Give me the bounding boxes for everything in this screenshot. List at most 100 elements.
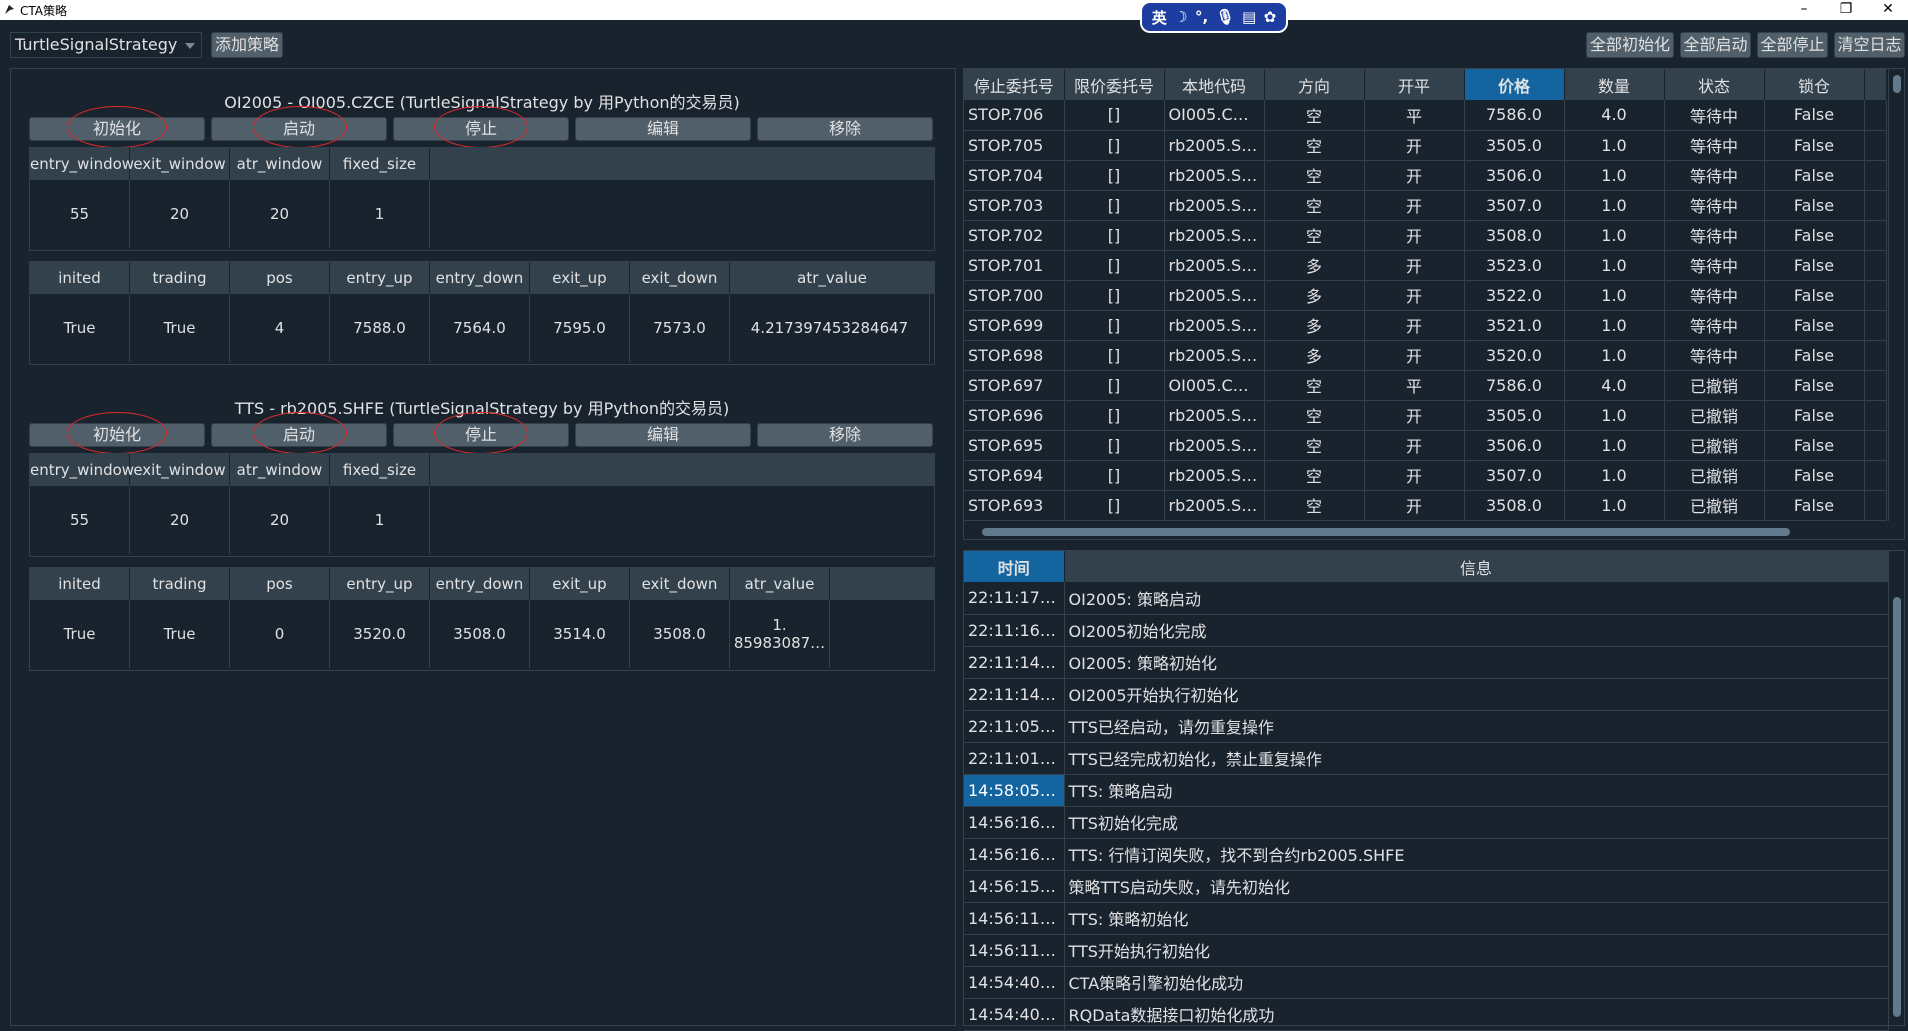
table-row[interactable]: STOP.697[] OI005.CZCE 空平 7586.0 4.0 已撤销 False <box>964 370 1887 401</box>
table-row[interactable]: STOP.704[] rb2005.SH… 空开 3506.0 1.0 等待中 False <box>964 160 1887 191</box>
log-row[interactable]: 22:11:14.403OI2005: 策略初始化 <box>964 646 1889 679</box>
table-cell: 1.0 <box>1564 490 1665 521</box>
column-header[interactable]: 停止委托号 <box>964 69 1065 100</box>
init-button[interactable]: 初始化 <box>29 423 205 447</box>
column-header[interactable]: 数量 <box>1564 69 1665 100</box>
log-row[interactable]: 14:54:40.80 RQData数据接口初始化成功 <box>964 998 1889 1031</box>
param-value: 20 <box>130 486 230 554</box>
table-cell: 等待中 <box>1664 190 1765 221</box>
param-header: entry_window <box>30 148 134 180</box>
table-row[interactable]: STOP.696[] rb2005.SH… 空开 3505.0 1.0 已撤销 False <box>964 400 1887 431</box>
table-cell: False <box>1764 460 1865 491</box>
log-row[interactable]: 14:56:11.362TTS: 策略初始化 <box>964 902 1889 935</box>
strategy-card: OI2005 - OI005.CZCE (TurtleSignalStrateg… <box>29 89 935 379</box>
table-cell: [] <box>1064 190 1165 221</box>
log-row[interactable]: 14:56:16.861TTS初始化完成 <box>964 806 1889 839</box>
log-row[interactable]: 14:54:40.162CTA策略引擎初始化成功 <box>964 966 1889 999</box>
log-message: 策略TTS启动失败，请先初始化 <box>1064 870 1889 903</box>
parameters-row: 55 20 20 1 <box>30 180 934 248</box>
table-row[interactable]: STOP.703[] rb2005.SH… 空开 3507.0 1.0 等待中 False <box>964 190 1887 221</box>
column-header[interactable]: 方向 <box>1264 69 1365 100</box>
log-vscroll[interactable] <box>1888 551 1904 1025</box>
table-cell: 开 <box>1364 430 1465 461</box>
table-row[interactable]: STOP.698[] rb2005.SH… 多开 3520.0 1.0 等待中 False <box>964 340 1887 371</box>
column-header[interactable]: 状态 <box>1664 69 1765 100</box>
param-header: entry_window <box>30 454 134 486</box>
stop-order-vscroll[interactable] <box>1888 69 1904 521</box>
log-row[interactable]: 14:56:15.210策略TTS启动失败，请先初始化 <box>964 870 1889 903</box>
ime-lang-icon[interactable]: 英 <box>1152 7 1167 28</box>
log-row[interactable]: 22:11:16.837OI2005初始化完成 <box>964 614 1889 647</box>
table-row[interactable]: STOP.701[] rb2005.SH… 多开 3523.0 1.0 等待中 False <box>964 250 1887 281</box>
var-value: 3514.0 <box>530 600 630 668</box>
init-button[interactable]: 初始化 <box>29 117 205 141</box>
edit-button[interactable]: 编辑 <box>575 117 751 141</box>
table-row[interactable]: STOP.699[] rb2005.SH… 多开 3521.0 1.0 等待中 False <box>964 310 1887 341</box>
table-row[interactable]: STOP.700[] rb2005.SH… 多开 3522.0 1.0 等待中 False <box>964 280 1887 311</box>
table-cell: 3505.0 <box>1464 400 1565 431</box>
column-header[interactable]: 本地代码 <box>1164 69 1265 100</box>
column-header[interactable]: 开平 <box>1364 69 1465 100</box>
table-cell: 1.0 <box>1564 280 1665 311</box>
table-cell: 空 <box>1264 160 1365 191</box>
scroll-thumb[interactable] <box>982 528 1790 536</box>
stop-order-hscroll[interactable] <box>964 525 1886 539</box>
table-cell: False <box>1764 430 1865 461</box>
var-value: 4 <box>230 294 330 362</box>
column-header[interactable]: 价格 <box>1464 69 1565 100</box>
log-row[interactable]: 22:11:17.929OI2005: 策略启动 <box>964 582 1889 615</box>
column-header[interactable]: 限价委托号 <box>1064 69 1165 100</box>
remove-button[interactable]: 移除 <box>757 423 933 447</box>
scroll-thumb[interactable] <box>1893 75 1901 93</box>
punctuation-icon[interactable]: °, <box>1195 8 1208 26</box>
log-row[interactable]: 14:56:11.362TTS开始执行初始化 <box>964 934 1889 967</box>
table-row[interactable]: STOP.694[] rb2005.SH… 空开 3507.0 1.0 已撤销 False <box>964 460 1887 491</box>
log-time: 14:56:15.210 <box>964 870 1065 903</box>
remove-button[interactable]: 移除 <box>757 117 933 141</box>
var-header: entry_up <box>330 568 430 600</box>
init-all-button[interactable]: 全部初始化 <box>1586 32 1674 58</box>
close-button[interactable]: ✕ <box>1868 0 1908 20</box>
minimize-button[interactable]: – <box>1784 0 1824 20</box>
table-cell: 开 <box>1364 310 1465 341</box>
moon-icon[interactable]: ☽ <box>1174 8 1187 26</box>
log-row[interactable]: 22:11:14.403OI2005开始执行初始化 <box>964 678 1889 711</box>
restore-button[interactable]: ❐ <box>1826 0 1866 20</box>
table-row[interactable]: STOP.695[] rb2005.SH… 空开 3506.0 1.0 已撤销 False <box>964 430 1887 461</box>
table-row[interactable]: STOP.705[] rb2005.SH… 空开 3505.0 1.0 等待中 False <box>964 130 1887 161</box>
log-row[interactable]: 22:11:01.892TTS已经完成初始化，禁止重复操作 <box>964 742 1889 775</box>
var-header: atr_value <box>730 568 830 600</box>
edit-button[interactable]: 编辑 <box>575 423 751 447</box>
log-row[interactable]: 14:58:05.258TTS: 策略启动 <box>964 774 1889 807</box>
strategy-class-select[interactable]: TurtleSignalStrategy <box>10 32 202 58</box>
stop-all-button[interactable]: 全部停止 <box>1757 32 1828 58</box>
toolbar: TurtleSignalStrategy 添加策略 全部初始化 全部启动 全部停… <box>0 20 1908 66</box>
log-row[interactable]: 14:56:16.861TTS: 行情订阅失败，找不到合约rb2005.SHFE <box>964 838 1889 871</box>
keyboard-icon[interactable]: ▤ <box>1242 8 1256 26</box>
param-value: 20 <box>230 486 330 554</box>
stop-button[interactable]: 停止 <box>393 423 569 447</box>
scroll-thumb[interactable] <box>1893 597 1901 1017</box>
clear-log-button[interactable]: 清空日志 <box>1834 32 1905 58</box>
gear-icon[interactable]: ✿ <box>1264 8 1277 26</box>
log-header-message[interactable]: 信息 <box>1064 551 1889 582</box>
log-header-time[interactable]: 时间 <box>964 551 1065 582</box>
var-header: pos <box>230 262 330 294</box>
microphone-icon[interactable]: 🎙 <box>1216 8 1235 26</box>
var-value: True <box>30 294 130 362</box>
start-button[interactable]: 启动 <box>211 423 387 447</box>
stop-button[interactable]: 停止 <box>393 117 569 141</box>
table-row[interactable]: STOP.706[] OI005.CZCE 空平 7586.0 4.0 等待中 False <box>964 100 1887 131</box>
table-row[interactable]: STOP.702[] rb2005.SH… 空开 3508.0 1.0 等待中 False <box>964 220 1887 251</box>
log-time: 22:11:17.929 <box>964 582 1065 615</box>
table-row[interactable]: STOP.693[] rb2005.SH… 空开 3508.0 1.0 已撤销 False <box>964 490 1887 521</box>
ime-toolbar[interactable]: 英 ☽ °, 🎙 ▤ ✿ <box>1140 1 1288 33</box>
column-header[interactable]: 锁仓 <box>1764 69 1865 100</box>
table-cell: rb2005.SH… <box>1164 280 1265 311</box>
start-button[interactable]: 启动 <box>211 117 387 141</box>
start-all-button[interactable]: 全部启动 <box>1680 32 1751 58</box>
table-cell: [] <box>1064 100 1165 131</box>
log-row[interactable]: 22:11:05.210TTS已经启动，请勿重复操作 <box>964 710 1889 743</box>
add-strategy-button[interactable]: 添加策略 <box>211 32 283 58</box>
variables-header: inited trading pos entry_up entry_down e… <box>30 568 934 600</box>
